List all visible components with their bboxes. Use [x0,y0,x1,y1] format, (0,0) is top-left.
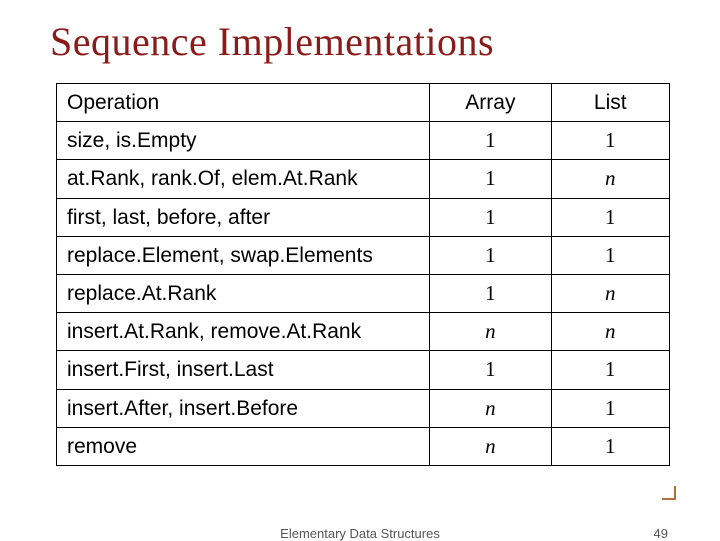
table-row: replace.At.Rank1n [57,274,670,312]
table-header-row: Operation Array List [57,84,670,122]
cell-array: 1 [430,351,551,389]
cell-array: 1 [430,198,551,236]
cell-list: 1 [551,351,669,389]
slide-title: Sequence Implementations [50,18,670,65]
corner-decoration [662,486,676,500]
table-row: replace.Element, swap.Elements11 [57,236,670,274]
header-list: List [551,84,669,122]
cell-operation: remove [57,427,430,465]
cell-operation: replace.At.Rank [57,274,430,312]
cell-list: 1 [551,236,669,274]
page-number: 49 [654,526,668,541]
cell-list: 1 [551,198,669,236]
cell-array: 1 [430,122,551,160]
cell-operation: at.Rank, rank.Of, elem.At.Rank [57,160,430,198]
cell-array: n [430,313,551,351]
cell-array: n [430,427,551,465]
table-row: size, is.Empty11 [57,122,670,160]
table-row: at.Rank, rank.Of, elem.At.Rank1n [57,160,670,198]
cell-list: 1 [551,427,669,465]
cell-operation: size, is.Empty [57,122,430,160]
cell-list: n [551,160,669,198]
cell-operation: insert.At.Rank, remove.At.Rank [57,313,430,351]
table-row: insert.After, insert.Beforen1 [57,389,670,427]
complexity-table: Operation Array List size, is.Empty11at.… [56,83,670,466]
cell-list: n [551,274,669,312]
header-operation: Operation [57,84,430,122]
cell-list: 1 [551,122,669,160]
cell-list: 1 [551,389,669,427]
table-row: removen1 [57,427,670,465]
table-row: first, last, before, after11 [57,198,670,236]
cell-array: 1 [430,160,551,198]
header-array: Array [430,84,551,122]
table-row: insert.First, insert.Last11 [57,351,670,389]
cell-array: 1 [430,236,551,274]
cell-array: n [430,389,551,427]
cell-operation: insert.After, insert.Before [57,389,430,427]
cell-operation: insert.First, insert.Last [57,351,430,389]
table-row: insert.At.Rank, remove.At.Ranknn [57,313,670,351]
cell-array: 1 [430,274,551,312]
cell-operation: replace.Element, swap.Elements [57,236,430,274]
cell-operation: first, last, before, after [57,198,430,236]
footer-center-text: Elementary Data Structures [0,526,720,541]
cell-list: n [551,313,669,351]
